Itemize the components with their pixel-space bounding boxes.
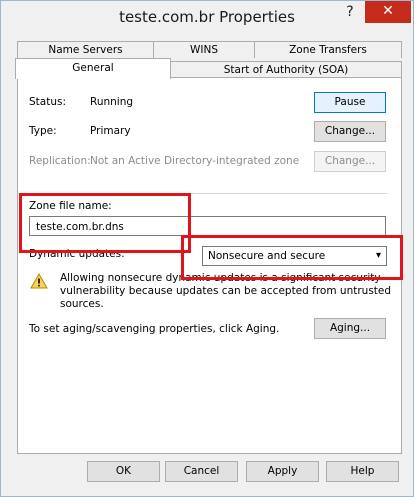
zone-file-label: Zone file name: [29,200,112,212]
tab-label: WINS [190,44,218,56]
warning-line-2: vulnerability because updates can be acc… [60,285,392,297]
tab-label: Zone Transfers [289,44,367,56]
tab-zone-transfers[interactable]: Zone Transfers [254,41,402,58]
ok-button[interactable]: OK [87,461,160,482]
status-label: Status: [29,96,66,108]
replication-change-button[interactable]: Change... [314,151,386,172]
status-value: Running [90,96,134,108]
dynamic-updates-label: Dynamic updates: [29,248,125,260]
pause-button[interactable]: Pause [314,92,386,113]
replication-value: Not an Active Directory-integrated zone [90,155,300,167]
properties-dialog: teste.com.br Properties ? ✕ Name Servers… [0,0,414,497]
tab-general[interactable]: General [15,58,171,79]
apply-button[interactable]: Apply [246,461,319,482]
type-change-button[interactable]: Change... [314,121,386,142]
type-value: Primary [90,125,131,137]
tab-name-servers[interactable]: Name Servers [17,41,154,58]
tab-label: Name Servers [48,44,123,56]
dynamic-updates-value: Nonsecure and secure [208,250,326,262]
chevron-down-icon: ▾ [375,250,381,261]
tab-label: Start of Authority (SOA) [223,64,349,76]
replication-label: Replication: [29,155,91,167]
general-tab-panel: Status: Running Pause Type: Primary Chan… [17,77,402,454]
help-button[interactable]: Help [326,461,399,482]
aging-button[interactable]: Aging... [314,318,386,339]
aging-text: To set aging/scavenging properties, clic… [29,323,280,335]
help-title-button[interactable]: ? [336,1,364,23]
tab-wins[interactable]: WINS [153,41,255,58]
tab-label: General [72,62,114,74]
close-button[interactable]: ✕ [365,1,411,23]
tab-start-of-authority[interactable]: Start of Authority (SOA) [170,61,402,78]
type-label: Type: [29,125,57,137]
warning-line-1: Allowing nonsecure dynamic updates is a … [60,272,381,284]
title-bar: teste.com.br Properties ? ✕ [1,1,413,33]
warning-triangle-icon [30,273,48,289]
cancel-button[interactable]: Cancel [165,461,238,482]
zone-file-input[interactable]: teste.com.br.dns [29,216,386,236]
separator [30,193,387,194]
dynamic-updates-select[interactable]: Nonsecure and secure ▾ [202,246,387,266]
warning-line-3: sources. [60,298,104,310]
